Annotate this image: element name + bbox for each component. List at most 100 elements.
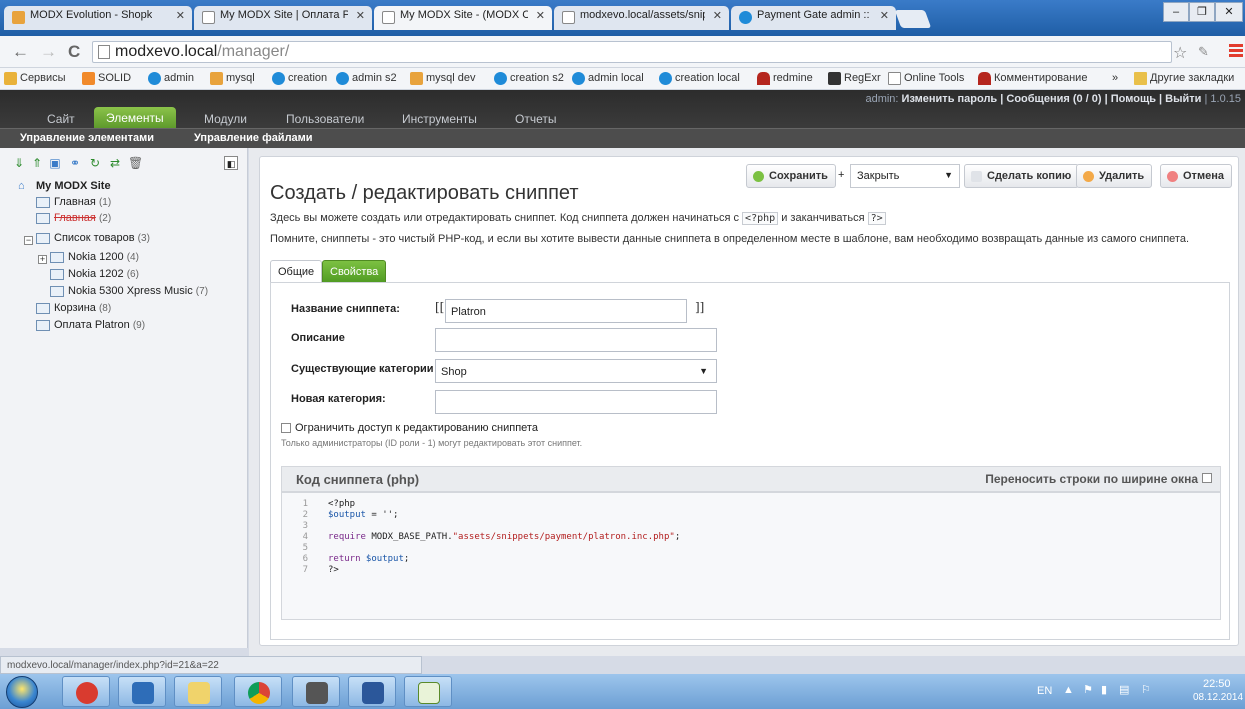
bookmark-item[interactable]: Сервисы bbox=[4, 72, 66, 85]
sort-tree-icon[interactable]: ⇄ bbox=[108, 156, 122, 170]
after-save-select[interactable]: Закрыть ▼ bbox=[850, 164, 960, 188]
tab-site[interactable]: Сайт bbox=[35, 110, 87, 128]
bookmark-item[interactable]: creation local bbox=[659, 72, 740, 85]
forward-icon[interactable]: → bbox=[40, 42, 57, 62]
collapse-node-icon[interactable]: − bbox=[24, 236, 33, 245]
category-select[interactable]: Shop ▼ bbox=[435, 359, 717, 383]
tree-folder[interactable]: Nokia 1200 (4) bbox=[50, 251, 139, 263]
new-weblink-icon[interactable]: ⚭ bbox=[68, 156, 82, 170]
tab-properties[interactable]: Свойства bbox=[322, 260, 387, 283]
tab-modules[interactable]: Модули bbox=[192, 110, 259, 128]
save-button[interactable]: Сохранить bbox=[746, 164, 836, 188]
manage-files-link[interactable]: Управление файлами bbox=[194, 132, 313, 144]
tree-folder[interactable]: Список товаров (3) bbox=[36, 232, 150, 244]
url-input[interactable]: modxevo.local/manager/ bbox=[92, 41, 1172, 63]
browser-tab[interactable]: Payment Gate admin :: Тр ✕ bbox=[731, 6, 896, 30]
wrap-lines-checkbox[interactable] bbox=[1202, 473, 1212, 483]
new-tab-button[interactable] bbox=[894, 10, 932, 28]
expand-node-icon[interactable]: + bbox=[38, 255, 47, 264]
tree-node[interactable]: Оплата Platron (9) bbox=[36, 319, 145, 331]
taskbar-app-notepad[interactable] bbox=[404, 676, 452, 707]
browser-tab-active[interactable]: My MODX Site - (MODX C ✕ bbox=[374, 6, 552, 30]
tab-elements[interactable]: Элементы bbox=[94, 107, 176, 128]
extension-icon[interactable]: ✎ bbox=[1198, 44, 1209, 60]
network-icon[interactable]: ⚑ bbox=[1083, 683, 1093, 696]
browser-tab[interactable]: MODX Evolution - Shopk ✕ bbox=[4, 6, 192, 30]
taskbar-app-virtualbox[interactable] bbox=[118, 676, 166, 707]
close-tab-icon[interactable]: ✕ bbox=[536, 9, 545, 22]
bookmark-item[interactable]: redmine bbox=[757, 72, 813, 85]
expand-all-icon[interactable]: ⇓ bbox=[12, 156, 26, 170]
manage-elements-link[interactable]: Управление элементами bbox=[20, 132, 154, 144]
collapse-all-icon[interactable]: ⇑ bbox=[30, 156, 44, 170]
hide-tree-icon[interactable]: ◧ bbox=[224, 156, 238, 170]
tree-node[interactable]: Nokia 1202 (6) bbox=[50, 268, 139, 280]
tab-reports[interactable]: Отчеты bbox=[503, 110, 568, 128]
action-center-icon[interactable]: ⚐ bbox=[1141, 683, 1151, 696]
bookmark-item[interactable]: admin s2 bbox=[336, 72, 397, 85]
taskbar-app-word[interactable] bbox=[348, 676, 396, 707]
tab-users[interactable]: Пользователи bbox=[274, 110, 376, 128]
language-indicator[interactable]: EN bbox=[1037, 685, 1052, 697]
new-resource-icon[interactable]: ▣ bbox=[48, 156, 62, 170]
signal-icon[interactable]: ▮ bbox=[1101, 683, 1107, 696]
maximize-button[interactable]: ❐ bbox=[1189, 2, 1215, 22]
browser-tabstrip: MODX Evolution - Shopk ✕ My MODX Site | … bbox=[0, 0, 1245, 36]
bookmark-item[interactable]: SOLID bbox=[82, 72, 131, 85]
description-input[interactable] bbox=[435, 328, 717, 352]
tree-node[interactable]: Nokia 5300 Xpress Music (7) bbox=[50, 285, 208, 297]
page-icon bbox=[36, 303, 50, 314]
bookmark-item[interactable]: creation s2 bbox=[494, 72, 564, 85]
back-icon[interactable]: ← bbox=[12, 42, 29, 62]
new-category-input[interactable] bbox=[435, 390, 717, 414]
bookmark-item[interactable]: Online Tools bbox=[888, 72, 964, 85]
clock-time[interactable]: 22:50 bbox=[1203, 678, 1231, 690]
bookmark-item[interactable]: mysql dev bbox=[410, 72, 476, 85]
reload-icon[interactable]: C bbox=[68, 42, 80, 62]
close-tab-icon[interactable]: ✕ bbox=[713, 9, 722, 22]
tab-tools[interactable]: Инструменты bbox=[390, 110, 489, 128]
bookmark-star-icon[interactable]: ☆ bbox=[1173, 43, 1187, 63]
bookmark-item[interactable]: admin local bbox=[572, 72, 644, 85]
taskbar-app-security[interactable] bbox=[292, 676, 340, 707]
redmine-icon bbox=[757, 72, 770, 85]
wrap-lines-toggle[interactable]: Переносить строки по ширине окна bbox=[985, 472, 1212, 486]
tree-node[interactable]: Корзина (8) bbox=[36, 302, 111, 314]
bookmark-item[interactable]: mysql bbox=[210, 72, 255, 85]
browser-tab[interactable]: My MODX Site | Оплата P ✕ bbox=[194, 6, 372, 30]
keyboard-icon[interactable]: ▤ bbox=[1119, 683, 1129, 696]
tab-general[interactable]: Общие bbox=[270, 260, 323, 283]
cancel-button[interactable]: Отмена bbox=[1160, 164, 1232, 188]
other-bookmarks-folder[interactable]: Другие закладки bbox=[1134, 72, 1234, 85]
bookmark-item[interactable]: creation bbox=[272, 72, 327, 85]
minimize-button[interactable]: – bbox=[1163, 2, 1189, 22]
tree-root[interactable]: ⌂ My MODX Site bbox=[18, 180, 111, 192]
delete-button[interactable]: Удалить bbox=[1076, 164, 1153, 188]
taskbar-app-hs[interactable] bbox=[62, 676, 110, 707]
taskbar-app-chrome[interactable] bbox=[234, 676, 282, 707]
bookmark-item[interactable]: admin bbox=[148, 72, 194, 85]
show-hidden-icons-icon[interactable]: ▲ bbox=[1063, 684, 1074, 696]
windows-start-icon[interactable] bbox=[6, 676, 38, 708]
close-window-button[interactable]: ✕ bbox=[1215, 2, 1243, 22]
lock-snippet-checkbox[interactable] bbox=[281, 423, 291, 433]
bookmark-item[interactable]: Комментирование bbox=[978, 72, 1087, 85]
taskbar-app-explorer[interactable] bbox=[174, 676, 222, 707]
close-tab-icon[interactable]: ✕ bbox=[356, 9, 365, 22]
snippet-name-input[interactable]: Platron bbox=[445, 299, 687, 323]
more-bookmarks-button[interactable]: » bbox=[1112, 72, 1118, 84]
browser-tab[interactable]: modxevo.local/assets/snip ✕ bbox=[554, 6, 729, 30]
close-tab-icon[interactable]: ✕ bbox=[880, 9, 889, 22]
code-header: Код сниппета (php) Переносить строки по … bbox=[281, 466, 1221, 492]
code-editor[interactable]: 1 2 3 4 5 6 7 <?php $output = ''; requir… bbox=[281, 492, 1221, 620]
refresh-tree-icon[interactable]: ↻ bbox=[88, 156, 102, 170]
trash-icon[interactable]: 🗑 bbox=[128, 156, 143, 170]
chrome-menu-icon[interactable] bbox=[1229, 44, 1243, 59]
user-links[interactable]: Изменить пароль | Сообщения (0 / 0) | По… bbox=[902, 93, 1202, 105]
close-tab-icon[interactable]: ✕ bbox=[176, 9, 185, 22]
tree-node-unpublished[interactable]: Главная (2) bbox=[36, 212, 111, 224]
duplicate-button[interactable]: Сделать копию bbox=[964, 164, 1080, 188]
clock-date[interactable]: 08.12.2014 bbox=[1193, 692, 1243, 703]
bookmark-item[interactable]: RegExr bbox=[828, 72, 881, 85]
tree-node[interactable]: Главная (1) bbox=[36, 196, 111, 208]
